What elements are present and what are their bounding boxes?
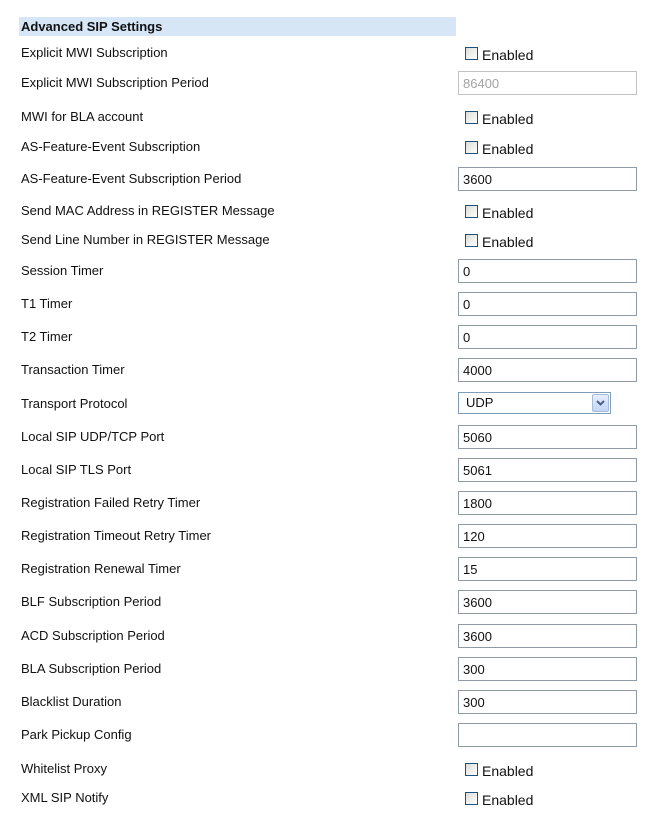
registration-renewal-timer-input[interactable] xyxy=(458,557,637,581)
bla-subscription-period-input[interactable] xyxy=(458,657,637,681)
acd-subscription-period-input[interactable] xyxy=(458,624,637,648)
xml-sip-notify-checkbox[interactable] xyxy=(465,791,478,805)
setting-row-registration-renewal-timer: Registration Renewal Timer xyxy=(0,555,649,583)
session-timer-input[interactable] xyxy=(458,259,637,283)
enabled-label: Enabled xyxy=(482,141,534,157)
setting-label: Local SIP UDP/TCP Port xyxy=(21,429,165,444)
setting-label: AS-Feature-Event Subscription Period xyxy=(21,171,242,186)
as-feature-event-subscription-toggle[interactable]: Enabled xyxy=(465,133,533,161)
enabled-label: Enabled xyxy=(482,47,534,63)
setting-row-whitelist-proxy: Whitelist Proxy Enabled xyxy=(0,755,649,783)
enabled-label: Enabled xyxy=(482,763,534,779)
setting-label: Session Timer xyxy=(21,263,104,278)
enabled-label: Enabled xyxy=(482,205,534,221)
setting-row-acd-subscription-period: ACD Subscription Period xyxy=(0,622,649,650)
setting-label: MWI for BLA account xyxy=(21,109,144,124)
setting-row-transaction-timer: Transaction Timer xyxy=(0,356,649,384)
xml-sip-notify-toggle[interactable]: Enabled xyxy=(465,784,533,812)
setting-row-bla-subscription-period: BLA Subscription Period xyxy=(0,655,649,683)
t2-timer-input[interactable] xyxy=(458,325,637,349)
setting-label: Explicit MWI Subscription xyxy=(21,45,168,60)
local-sip-tls-port-input[interactable] xyxy=(458,458,637,482)
setting-label: Registration Timeout Retry Timer xyxy=(21,528,212,543)
setting-row-as-feature-event-subscription: AS-Feature-Event Subscription Enabled xyxy=(0,133,649,161)
park-pickup-config-input[interactable] xyxy=(458,723,637,747)
setting-label: Local SIP TLS Port xyxy=(21,462,132,477)
setting-label: T1 Timer xyxy=(21,296,73,311)
as-feature-event-subscription-period-input[interactable] xyxy=(458,167,637,191)
setting-label: AS-Feature-Event Subscription xyxy=(21,139,201,154)
setting-label: ACD Subscription Period xyxy=(21,628,165,643)
send-line-number-in-register-message-toggle[interactable]: Enabled xyxy=(465,226,533,254)
local-sip-udp-tcp-port-input[interactable] xyxy=(458,425,637,449)
setting-label: Whitelist Proxy xyxy=(21,761,107,776)
send-line-number-in-register-message-checkbox[interactable] xyxy=(465,233,478,247)
explicit-mwi-subscription-toggle[interactable]: Enabled xyxy=(465,39,533,67)
send-mac-address-in-register-message-toggle[interactable]: Enabled xyxy=(465,197,533,225)
setting-row-local-sip-tls-port: Local SIP TLS Port xyxy=(0,456,649,484)
enabled-label: Enabled xyxy=(482,234,534,250)
setting-row-as-feature-event-subscription-period: AS-Feature-Event Subscription Period xyxy=(0,165,649,193)
blacklist-duration-input[interactable] xyxy=(458,690,637,714)
t1-timer-input[interactable] xyxy=(458,292,637,316)
setting-label: Blacklist Duration xyxy=(21,694,122,709)
setting-label: Explicit MWI Subscription Period xyxy=(21,75,209,90)
transport-protocol-select[interactable]: UDP xyxy=(458,392,611,414)
enabled-label: Enabled xyxy=(482,111,534,127)
setting-row-send-mac-address-in-register-message: Send MAC Address in REGISTER Message Enab… xyxy=(0,197,649,225)
setting-label: BLF Subscription Period xyxy=(21,594,162,609)
setting-label: T2 Timer xyxy=(21,329,73,344)
setting-row-local-sip-udp-tcp-port: Local SIP UDP/TCP Port xyxy=(0,423,649,451)
select-value: UDP xyxy=(466,395,494,410)
blf-subscription-period-input[interactable] xyxy=(458,590,637,614)
setting-row-blacklist-duration: Blacklist Duration xyxy=(0,688,649,716)
setting-label: Registration Failed Retry Timer xyxy=(21,495,201,510)
send-mac-address-in-register-message-checkbox[interactable] xyxy=(465,204,478,218)
transaction-timer-input[interactable] xyxy=(458,358,637,382)
setting-row-registration-failed-retry-timer: Registration Failed Retry Timer xyxy=(0,489,649,517)
chevron-down-icon xyxy=(596,400,605,406)
setting-label: Transaction Timer xyxy=(21,362,125,377)
setting-row-t1-timer: T1 Timer xyxy=(0,290,649,318)
setting-label: Send MAC Address in REGISTER Message xyxy=(21,203,275,218)
setting-row-transport-protocol: Transport Protocol UDP xyxy=(0,390,649,418)
explicit-mwi-subscription-checkbox[interactable] xyxy=(465,46,478,60)
setting-row-registration-timeout-retry-timer: Registration Timeout Retry Timer xyxy=(0,522,649,550)
setting-label: Registration Renewal Timer xyxy=(21,561,181,576)
registration-failed-retry-timer-input[interactable] xyxy=(458,491,637,515)
dropdown-button[interactable] xyxy=(592,394,609,412)
as-feature-event-subscription-checkbox[interactable] xyxy=(465,140,478,154)
setting-row-mwi-for-bla-account: MWI for BLA account Enabled xyxy=(0,103,649,131)
mwi-for-bla-account-checkbox[interactable] xyxy=(465,110,478,124)
registration-timeout-retry-timer-input[interactable] xyxy=(458,524,637,548)
setting-row-send-line-number-in-register-message: Send Line Number in REGISTER Message Enab… xyxy=(0,226,649,254)
setting-row-xml-sip-notify: XML SIP Notify Enabled xyxy=(0,784,649,812)
whitelist-proxy-checkbox[interactable] xyxy=(465,762,478,776)
enabled-label: Enabled xyxy=(482,792,534,808)
setting-label: XML SIP Notify xyxy=(21,790,109,805)
whitelist-proxy-toggle[interactable]: Enabled xyxy=(465,755,533,783)
setting-row-park-pickup-config: Park Pickup Config xyxy=(0,721,649,749)
setting-label: Send Line Number in REGISTER Message xyxy=(21,232,270,247)
setting-row-blf-subscription-period: BLF Subscription Period xyxy=(0,588,649,616)
mwi-for-bla-account-toggle[interactable]: Enabled xyxy=(465,103,533,131)
section-title: Advanced SIP Settings xyxy=(19,17,456,36)
setting-label: Transport Protocol xyxy=(21,396,128,411)
setting-row-explicit-mwi-subscription: Explicit MWI Subscription Enabled xyxy=(0,39,649,67)
setting-label: BLA Subscription Period xyxy=(21,661,162,676)
setting-label: Park Pickup Config xyxy=(21,727,132,742)
setting-row-t2-timer: T2 Timer xyxy=(0,323,649,351)
explicit-mwi-subscription-period-input[interactable] xyxy=(458,71,637,95)
setting-row-session-timer: Session Timer xyxy=(0,257,649,285)
setting-row-explicit-mwi-subscription-period: Explicit MWI Subscription Period xyxy=(0,69,649,97)
